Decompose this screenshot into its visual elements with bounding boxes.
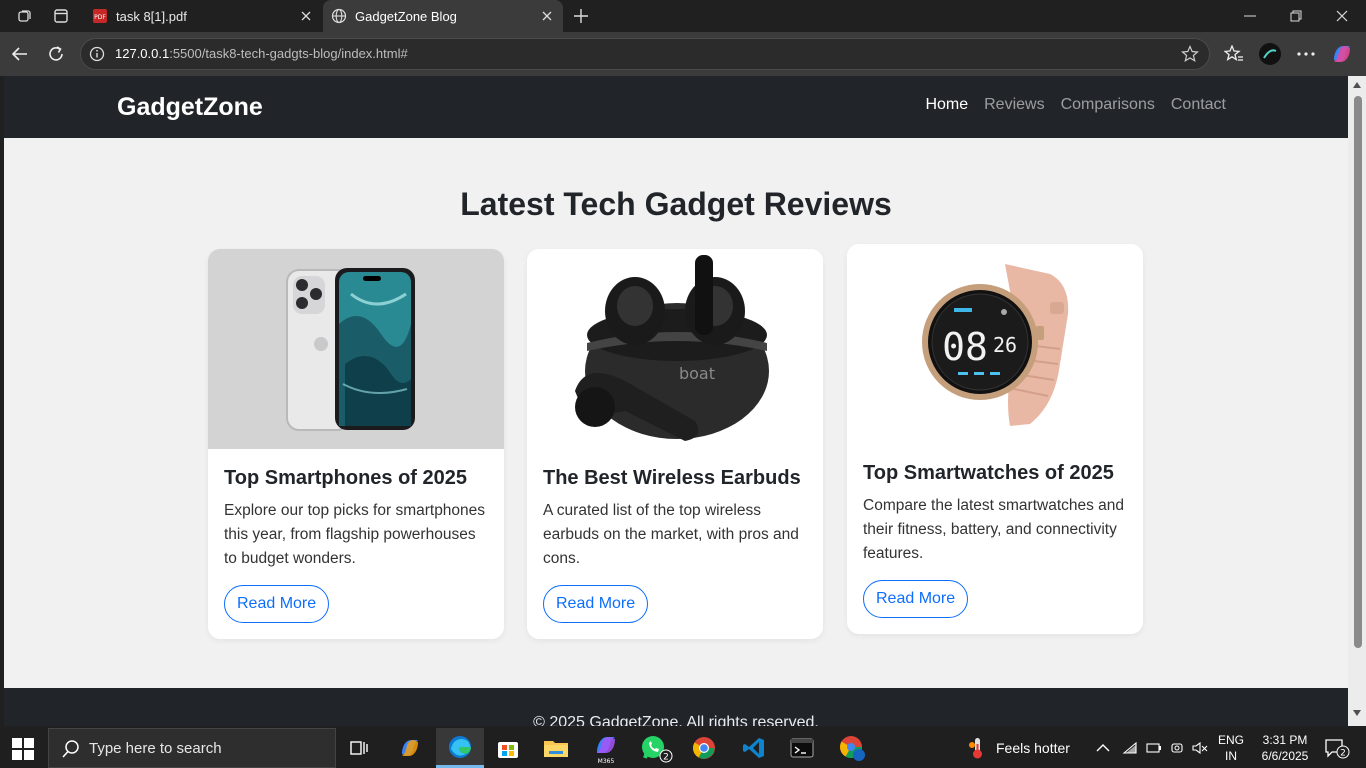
card-title: Top Smartwatches of 2025 [863, 462, 1114, 484]
card-text: Compare the latest smartwatches and thei… [863, 497, 1125, 562]
m365-label: M365 [598, 758, 615, 765]
clock-time: 3:31 PM [1262, 733, 1308, 747]
card-title: The Best Wireless Earbuds [543, 467, 801, 489]
file-explorer-icon[interactable] [532, 728, 580, 768]
store-app-icon[interactable] [484, 728, 532, 768]
m365-app-icon[interactable]: M365 [582, 728, 630, 768]
new-tab-icon[interactable] [570, 5, 592, 27]
site-footer: © 2025 GadgetZone. All rights reserved. [4, 688, 1348, 726]
review-card-smartphones: Top Smartphones of 2025 Explore our top … [208, 249, 504, 639]
scroll-up-icon[interactable] [1353, 82, 1361, 88]
nav-reviews[interactable]: Reviews [984, 96, 1044, 114]
tab-pdf[interactable]: PDF task 8[1].pdf [84, 0, 322, 32]
tab-gadgetzone[interactable]: GadgetZone Blog [323, 0, 563, 32]
watch-hours: 08 [942, 325, 988, 369]
read-more-button[interactable]: Read More [224, 585, 330, 623]
site-brand[interactable]: GadgetZone [117, 93, 263, 122]
close-tab-icon[interactable] [298, 8, 314, 24]
review-card-earbuds: boat The Best Wireless Earbuds A curated… [527, 249, 823, 639]
windows-start-icon[interactable] [12, 738, 34, 760]
card-title: Top Smartphones of 2025 [224, 467, 468, 489]
region-text: IN [1225, 749, 1237, 763]
scroll-thumb[interactable] [1354, 96, 1362, 648]
search-icon [62, 740, 79, 758]
address-bar[interactable]: 127.0.0.1:5500/task8-tech-gadgts-blog/in… [80, 38, 1210, 70]
url-text[interactable]: 127.0.0.1:5500/task8-tech-gadgts-blog/in… [115, 46, 408, 61]
copilot-app-icon[interactable] [386, 728, 434, 768]
tab-actions-icon[interactable] [50, 6, 72, 26]
weather-text: Feels hotter [996, 740, 1070, 756]
page-heading: Latest Tech Gadget Reviews [460, 186, 892, 222]
nav-comparisons[interactable]: Comparisons [1061, 96, 1155, 114]
url-host: 127.0.0.1 [115, 46, 170, 61]
thermometer-icon [969, 738, 982, 759]
language-indicator[interactable]: ENG IN [1216, 728, 1246, 768]
clock-date: 6/6/2025 [1261, 749, 1309, 763]
globe-icon [331, 8, 347, 24]
card-text: Explore our top picks for smartphones th… [224, 502, 486, 567]
tab-title: GadgetZone Blog [355, 8, 457, 24]
favorites-icon[interactable] [1222, 42, 1246, 66]
show-hidden-icons[interactable] [1096, 728, 1110, 768]
smartphone-image [208, 249, 504, 449]
watch-minutes: 26 [993, 333, 1017, 357]
read-more-button[interactable]: Read More [543, 585, 649, 623]
close-window-icon[interactable] [1320, 4, 1364, 28]
copilot-icon[interactable] [1330, 42, 1354, 66]
chrome-app-icon[interactable] [680, 728, 728, 768]
card-text: A curated list of the top wireless earbu… [543, 502, 799, 567]
back-icon[interactable] [8, 42, 32, 66]
earbuds-image: boat [527, 249, 823, 449]
boat-logo: boat [679, 364, 715, 383]
terminal-app-icon[interactable] [778, 728, 826, 768]
tab-title: task 8[1].pdf [116, 8, 187, 24]
weather-widget[interactable]: Feels hotter [968, 728, 1070, 768]
whatsapp-badge: 2 [663, 753, 669, 763]
task-view-icon[interactable] [336, 728, 384, 768]
clock[interactable]: 3:31 PM 6/6/2025 [1252, 728, 1318, 768]
review-card-smartwatches: 08 26 Top Smartwatches of 2025 Compare t… [847, 244, 1143, 634]
notification-center[interactable]: 2 [1324, 728, 1350, 768]
tab-bar: PDF task 8[1].pdf GadgetZone Blog [0, 0, 1366, 32]
smartwatch-image: 08 26 [847, 244, 1143, 444]
notification-badge: 2 [1340, 749, 1346, 759]
nav-home[interactable]: Home [925, 96, 968, 114]
footer-text: © 2025 GadgetZone. All rights reserved. [533, 714, 819, 726]
edge-app-icon[interactable] [436, 728, 484, 768]
site-navbar: GadgetZone Home Reviews Comparisons Cont… [4, 76, 1348, 138]
svg-text:PDF: PDF [94, 14, 106, 21]
more-menu-icon[interactable] [1294, 42, 1318, 66]
wifi-icon[interactable] [1122, 728, 1138, 768]
nav-contact[interactable]: Contact [1171, 96, 1226, 114]
url-path: :5500/task8-tech-gadgts-blog/index.html# [169, 46, 408, 61]
meet-now-icon[interactable] [1170, 728, 1184, 768]
search-placeholder: Type here to search [89, 739, 222, 757]
minimize-icon[interactable] [1228, 4, 1272, 28]
close-tab-icon[interactable] [539, 8, 555, 24]
taskbar-search[interactable]: Type here to search [48, 728, 336, 768]
lang-text: ENG [1217, 733, 1244, 747]
windows-taskbar: Type here to search M365 2 Feels hotter [0, 728, 1366, 768]
vscode-app-icon[interactable] [730, 728, 778, 768]
volume-muted-icon[interactable] [1192, 728, 1208, 768]
battery-icon[interactable] [1146, 728, 1162, 768]
site-info-icon[interactable] [89, 46, 105, 62]
add-favorite-icon[interactable] [1181, 45, 1199, 63]
refresh-icon[interactable] [44, 42, 68, 66]
read-more-button[interactable]: Read More [863, 580, 969, 618]
restore-icon[interactable] [1274, 4, 1318, 28]
page-scrollbar[interactable] [1348, 76, 1366, 726]
pdf-icon: PDF [93, 9, 107, 23]
scroll-down-icon[interactable] [1353, 710, 1361, 716]
chrome-profile-app-icon[interactable] [828, 728, 876, 768]
workspaces-icon[interactable] [14, 6, 36, 26]
profile-avatar[interactable] [1258, 42, 1282, 66]
whatsapp-app-icon[interactable]: 2 [632, 728, 680, 768]
nav-links: Home Reviews Comparisons Contact [925, 96, 1226, 114]
web-page: GadgetZone Home Reviews Comparisons Cont… [4, 76, 1348, 726]
